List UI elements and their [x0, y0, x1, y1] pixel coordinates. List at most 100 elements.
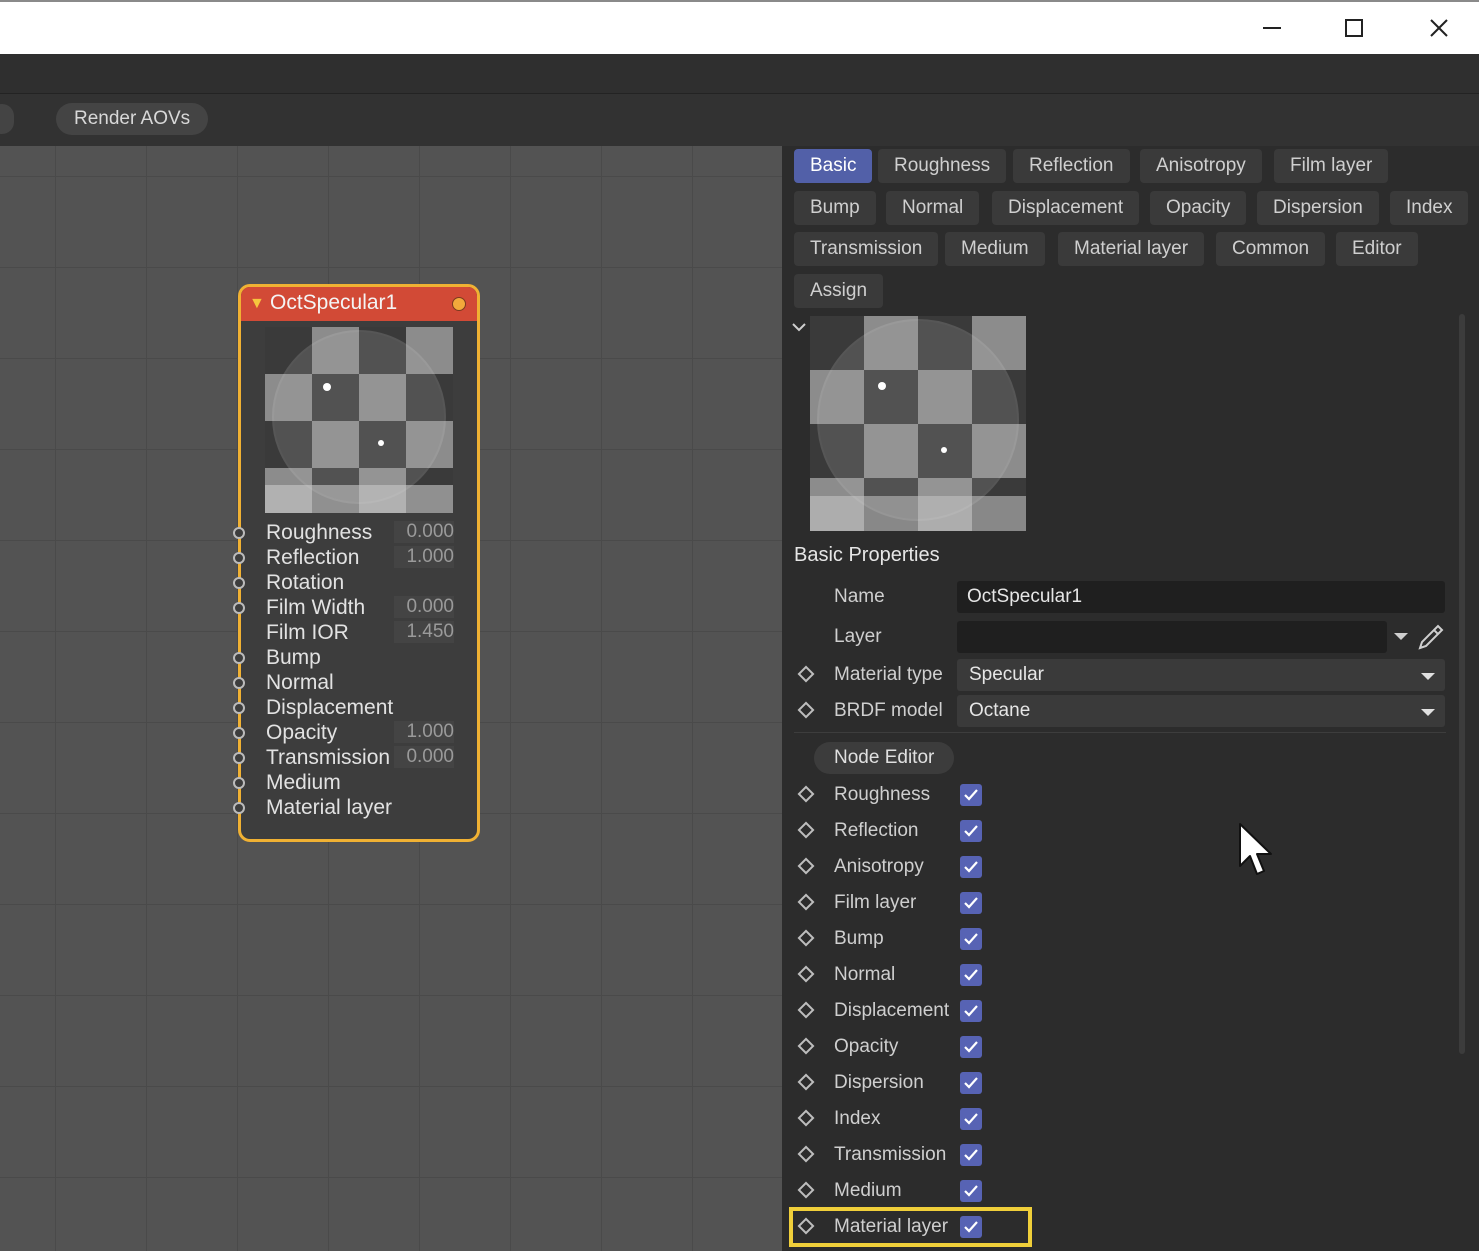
node-input-row[interactable]: Roughness 0.000 [233, 521, 477, 546]
input-pin[interactable] [233, 802, 245, 814]
maximize-icon [1345, 19, 1363, 37]
keyframe-diamond-icon[interactable] [797, 821, 815, 839]
keyframe-diamond-icon[interactable] [797, 1145, 815, 1163]
input-pin[interactable] [233, 577, 245, 589]
node-input-row[interactable]: Opacity 1.000 [233, 721, 477, 746]
node-input-row[interactable]: Bump [233, 646, 477, 671]
normal-checkbox[interactable] [960, 964, 982, 986]
name-label: Name [834, 586, 885, 607]
tab-opacity[interactable]: Opacity [1150, 191, 1247, 225]
node-input-row[interactable]: Transmission 0.000 [233, 746, 477, 771]
node-input-row[interactable]: Displacement [233, 696, 477, 721]
tab-common[interactable]: Common [1216, 232, 1326, 266]
keyframe-diamond-icon[interactable] [797, 1037, 815, 1055]
tab-index[interactable]: Index [1390, 191, 1469, 225]
node-input-row[interactable]: Reflection 1.000 [233, 546, 477, 571]
keyframe-diamond-icon[interactable] [797, 857, 815, 875]
input-pin[interactable] [233, 702, 245, 714]
tab-transmission[interactable]: Transmission [794, 232, 939, 266]
input-pin[interactable] [233, 677, 245, 689]
toolbar-button-partial[interactable] [0, 104, 14, 134]
material-type-select[interactable]: Specular [957, 659, 1445, 691]
tab-bump[interactable]: Bump [794, 191, 876, 225]
keyframe-diamond-icon[interactable] [797, 1001, 815, 1019]
input-value[interactable]: 0.000 [394, 596, 454, 618]
node-input-row[interactable]: Material layer [233, 796, 477, 821]
opacity-checkbox[interactable] [960, 1036, 982, 1058]
anisotropy-checkbox[interactable] [960, 856, 982, 878]
transmission-checkbox[interactable] [960, 1144, 982, 1166]
keyframe-diamond-icon[interactable] [797, 785, 815, 803]
tab-material-layer[interactable]: Material layer [1058, 232, 1205, 266]
node-input-row[interactable]: Film Width 0.000 [233, 596, 477, 621]
input-value[interactable]: 1.000 [394, 546, 454, 568]
input-pin[interactable] [233, 752, 245, 764]
material-node[interactable]: ▼ OctSpecular1 Roughness 0.000 Reflection… [233, 284, 480, 842]
medium-checkbox[interactable] [960, 1180, 982, 1202]
dropdown-arrow-icon [1421, 709, 1435, 716]
input-value[interactable]: 1.450 [394, 621, 454, 643]
input-pin[interactable] [233, 602, 245, 614]
tab-film-layer[interactable]: Film layer [1274, 149, 1389, 183]
film-layer-checkbox[interactable] [960, 892, 982, 914]
name-field[interactable]: OctSpecular1 [957, 581, 1445, 613]
input-pin[interactable] [233, 727, 245, 739]
node-output-pin[interactable] [452, 297, 466, 311]
checkmark-icon [964, 789, 978, 801]
tab-dispersion[interactable]: Dispersion [1257, 191, 1379, 225]
node-input-row[interactable]: Film IOR 1.450 [241, 621, 477, 646]
tab-displacement[interactable]: Displacement [992, 191, 1140, 225]
reflection-checkbox[interactable] [960, 820, 982, 842]
keyframe-diamond-icon[interactable] [797, 1109, 815, 1127]
chevron-down-icon[interactable] [792, 322, 806, 332]
eyedropper-icon[interactable] [1416, 622, 1446, 652]
panel-scrollbar[interactable] [1459, 314, 1465, 1054]
checkmark-icon [964, 861, 978, 873]
maximize-button[interactable] [1334, 10, 1374, 46]
keyframe-diamond-icon[interactable] [797, 1073, 815, 1091]
reflection-checkbox-label: Reflection [834, 820, 919, 841]
tab-roughness[interactable]: Roughness [878, 149, 1007, 183]
keyframe-diamond-icon[interactable] [797, 965, 815, 983]
input-pin[interactable] [233, 527, 245, 539]
dispersion-checkbox[interactable] [960, 1072, 982, 1094]
keyframe-diamond-icon[interactable] [797, 1181, 815, 1199]
keyframe-diamond-icon[interactable] [797, 893, 815, 911]
input-value[interactable]: 0.000 [394, 521, 454, 543]
keyframe-diamond-icon[interactable] [797, 665, 815, 683]
keyframe-diamond-icon[interactable] [797, 701, 815, 719]
mouse-cursor-icon [1239, 823, 1272, 875]
node-input-row[interactable]: Medium [233, 771, 477, 796]
tab-normal[interactable]: Normal [886, 191, 980, 225]
bump-checkbox[interactable] [960, 928, 982, 950]
render-aovs-button[interactable]: Render AOVs [56, 103, 209, 135]
tab-reflection[interactable]: Reflection [1013, 149, 1130, 183]
roughness-checkbox[interactable] [960, 784, 982, 806]
node-input-row[interactable]: Rotation [233, 571, 477, 596]
material-preview-image [810, 316, 1026, 531]
collapse-triangle-icon[interactable]: ▼ [249, 295, 265, 313]
tab-assign[interactable]: Assign [794, 274, 884, 308]
node-header[interactable]: ▼ OctSpecular1 [241, 287, 477, 321]
layer-field[interactable] [957, 621, 1387, 653]
keyframe-diamond-icon[interactable] [797, 929, 815, 947]
minimize-button[interactable] [1252, 10, 1292, 46]
close-button[interactable] [1419, 10, 1459, 46]
tab-medium[interactable]: Medium [945, 232, 1045, 266]
layer-dropdown-icon[interactable] [1394, 631, 1408, 641]
displacement-checkbox[interactable] [960, 1000, 982, 1022]
input-pin[interactable] [233, 552, 245, 564]
node-input-row[interactable]: Normal [233, 671, 477, 696]
input-value[interactable]: 1.000 [394, 721, 454, 743]
window-titlebar [0, 0, 1479, 54]
input-pin[interactable] [233, 777, 245, 789]
attribute-panel: Basic Roughness Reflection Anisotropy Fi… [782, 146, 1479, 1251]
tab-editor[interactable]: Editor [1336, 232, 1418, 266]
input-value[interactable]: 0.000 [394, 746, 454, 768]
node-editor-button[interactable]: Node Editor [814, 742, 955, 774]
brdf-model-select[interactable]: Octane [957, 695, 1445, 727]
tab-basic[interactable]: Basic [794, 149, 873, 183]
input-pin[interactable] [233, 652, 245, 664]
index-checkbox[interactable] [960, 1108, 982, 1130]
tab-anisotropy[interactable]: Anisotropy [1140, 149, 1262, 183]
